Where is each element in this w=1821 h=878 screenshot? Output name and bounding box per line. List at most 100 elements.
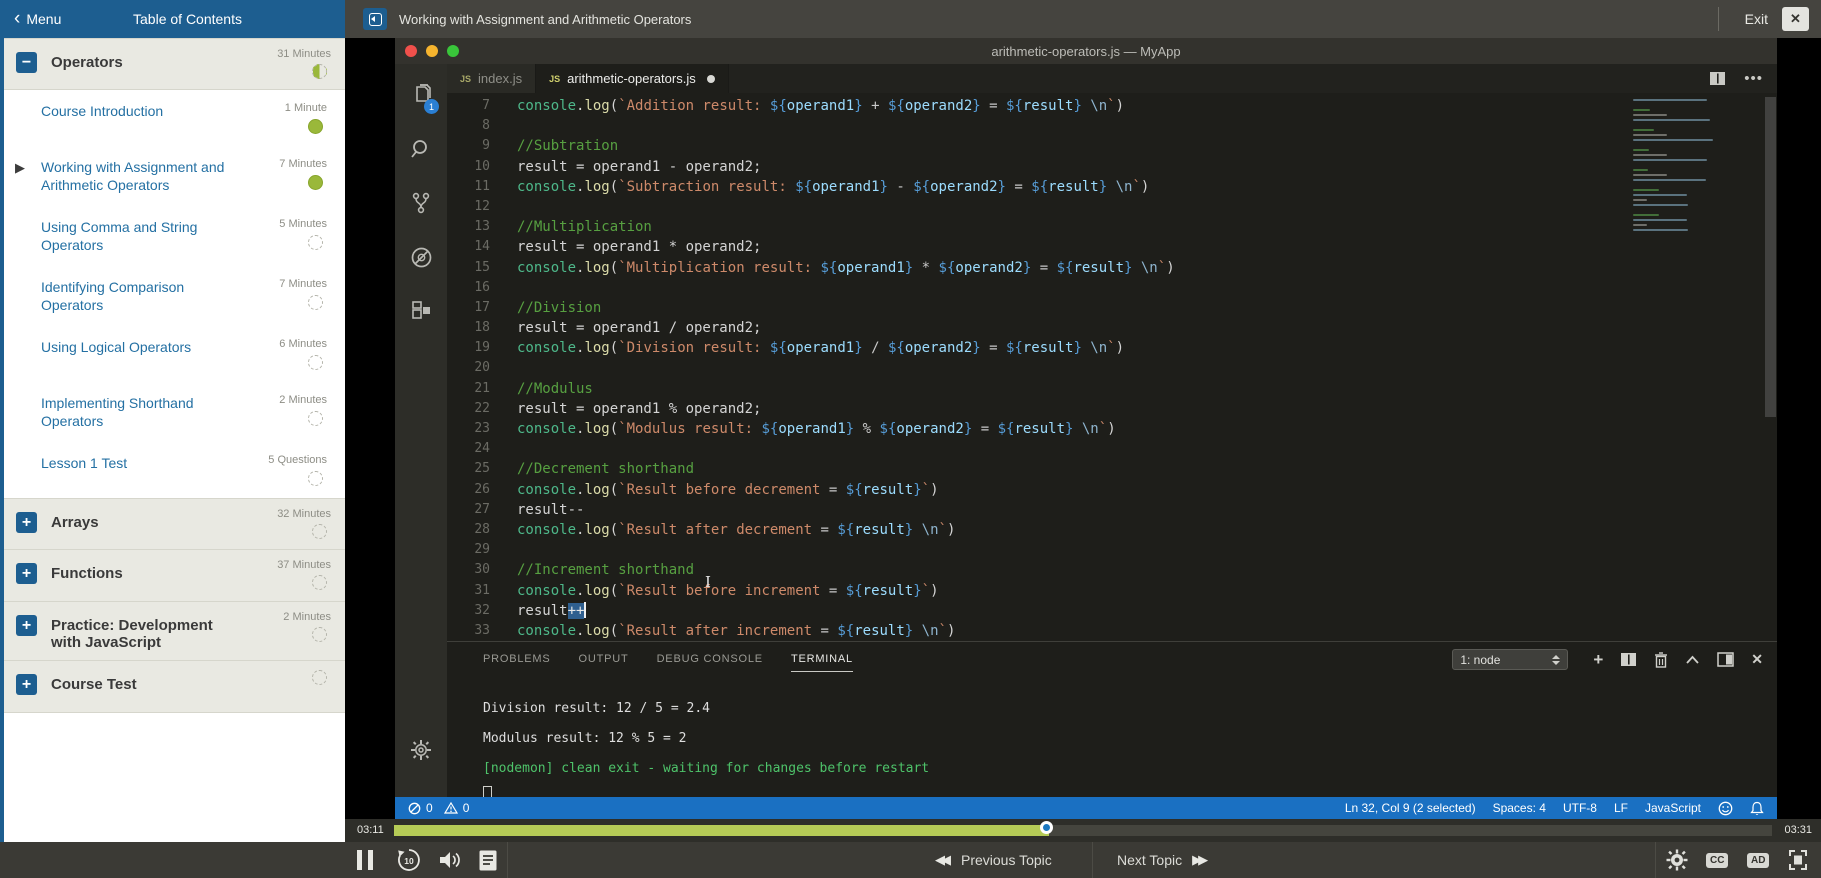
collapse-section-icon[interactable]: − [16,52,37,73]
settings-button[interactable] [1666,842,1688,878]
toc-section-practice-development-with-javascript[interactable]: + Practice: Development with JavaScript 2 … [4,602,345,661]
more-actions-icon[interactable]: ••• [1744,70,1763,87]
audio-description-button[interactable]: AD [1747,842,1770,878]
errors-icon[interactable] [408,802,421,815]
progress-empty-icon [312,575,327,590]
kill-terminal-trash-icon[interactable] [1654,651,1668,668]
line-content: console.log(`Result before decrement = $… [517,481,939,498]
previous-topic-button[interactable]: ◀◀ Previous Topic [935,842,1052,878]
editor-tabstrip: JS index.js JS arithmetic-operators.js ••• [447,64,1777,93]
maximize-panel-chevron-icon[interactable] [1685,655,1700,665]
fullscreen-button[interactable] [1787,842,1809,878]
line-content: console.log(`Division result: ${operand1… [517,340,1125,357]
extensions-icon[interactable] [395,284,447,338]
explorer-icon[interactable]: 1 [395,68,447,122]
elapsed-time: 03:11 [357,824,384,836]
status-ln-32-col-9-2-selected[interactable]: Ln 32, Col 9 (2 selected) [1345,801,1476,815]
status-lf[interactable]: LF [1614,801,1628,815]
toggle-panel-layout-icon[interactable] [1717,652,1735,667]
expand-section-icon[interactable]: + [16,512,37,533]
next-icon: ▶▶ [1192,852,1208,867]
code-line: 26 console.log(`Result before decrement =… [447,480,1777,500]
select-updown-icon [1552,654,1561,665]
collapse-sidebar-button[interactable] [363,8,387,30]
toc-item-using-comma-and-string-operators[interactable]: Using Comma and String Operators 5 Minute… [4,206,345,266]
notifications-bell-icon[interactable] [1750,801,1764,816]
volume-button[interactable] [437,842,463,878]
toc-item-implementing-shorthand-operators[interactable]: Implementing Shorthand Operators 2 Minute… [4,382,345,442]
terminal-output[interactable]: Division result: 12 / 5 = 2.4 Modulus res… [483,694,1757,801]
terminal-shell-select[interactable]: 1: node [1452,649,1569,670]
previous-icon: ◀◀ [935,852,951,867]
line-content: //Multiplication [517,219,652,236]
status-spaces[interactable]: Spaces: 4 [1493,801,1546,815]
closed-captions-button[interactable]: CC [1706,842,1729,878]
line-content: result = operand1 - operand2; [517,158,762,175]
toc-title: Table of Contents [133,11,242,27]
section-duration: 2 Minutes [283,611,331,623]
line-number: 30 [474,562,490,578]
feedback-smiley-icon[interactable] [1718,801,1733,816]
expand-section-icon[interactable]: + [16,615,37,636]
panel-tab-debug-console[interactable]: DEBUG CONSOLE [657,653,763,672]
expand-section-icon[interactable]: + [16,563,37,584]
line-content: result = operand1 * operand2; [517,239,762,256]
status-javascript[interactable]: JavaScript [1645,801,1701,815]
expand-section-icon[interactable]: + [16,674,37,695]
menu-button[interactable]: ‹ Menu [14,9,61,28]
seek-handle[interactable] [1039,821,1053,834]
status-utf-8[interactable]: UTF-8 [1563,801,1597,815]
header-divider [1717,7,1719,31]
line-content: console.log(`Result after decrement = ${… [517,521,956,538]
section-items: Course Introduction 1 Minute ▶ Working with… [4,90,345,498]
toc-item-using-logical-operators[interactable]: Using Logical Operators 6 Minutes [4,326,345,382]
status-empty-icon [308,411,323,426]
exit-label[interactable]: Exit [1745,11,1768,27]
progress-empty-icon [312,524,327,539]
close-panel-icon[interactable]: ✕ [1751,651,1763,668]
panel-tab-output[interactable]: OUTPUT [579,653,629,672]
toc-section-operators[interactable]: − Operators 31 Minutes [4,38,345,90]
minimap[interactable] [1633,99,1719,234]
source-control-icon[interactable] [395,176,447,230]
code-line: 20 [447,358,1777,378]
toc-item-working-with-assignment-and-arithmetic-operators[interactable]: ▶ Working with Assignment and Arithmetic … [4,146,345,206]
window-title: arithmetic-operators.js — MyApp [991,43,1181,59]
editor-scrollbar[interactable] [1765,97,1776,417]
split-terminal-icon[interactable] [1620,652,1637,667]
split-editor-icon[interactable] [1709,71,1726,86]
transcript-button[interactable] [478,842,498,878]
item-label: Implementing Shorthand Operators [41,395,194,429]
line-number: 17 [474,299,490,315]
course-player-app: ‹ Menu Table of Contents Working with As… [0,0,1821,878]
code-editor[interactable]: 7 console.log(`Addition result: ${operand… [447,93,1777,641]
toc-section-arrays[interactable]: + Arrays 32 Minutes [4,498,345,550]
line-number: 29 [474,542,490,558]
panel-tab-terminal[interactable]: TERMINAL [790,653,853,672]
toc-item-course-introduction[interactable]: Course Introduction 1 Minute [4,90,345,146]
toc-section-functions[interactable]: + Functions 37 Minutes [4,550,345,602]
exit-close-button[interactable]: ✕ [1782,7,1809,31]
vscode-window: arithmetic-operators.js — MyApp 1 JS ind… [395,38,1777,819]
controls-divider [507,842,508,878]
code-line: 13 //Multiplication [447,217,1777,237]
rewind-10-button[interactable]: 10 [396,842,422,878]
search-icon[interactable] [395,122,447,176]
tab-arithmetic-operators-js[interactable]: JS arithmetic-operators.js [536,64,729,93]
toc-item-identifying-comparison-operators[interactable]: Identifying Comparison Operators 7 Minute… [4,266,345,326]
seek-bar[interactable] [394,821,1772,836]
pause-button[interactable] [357,842,373,878]
line-content: console.log(`Addition result: ${operand1… [517,98,1125,114]
toc-item-lesson-1-test[interactable]: Lesson 1 Test 5 Questions [4,442,345,498]
panel-tab-problems[interactable]: PROBLEMS [483,653,551,672]
tab-index-js[interactable]: JS index.js [447,64,537,93]
manage-gear-icon[interactable] [395,739,447,761]
new-terminal-icon[interactable]: + [1593,650,1603,670]
debug-icon[interactable] [395,230,447,284]
dirty-dot-icon [706,74,715,83]
next-topic-button[interactable]: Next Topic ▶▶ [1117,842,1208,878]
video-player-area[interactable]: arithmetic-operators.js — MyApp 1 JS ind… [345,38,1821,819]
section-meta: 32 Minutes [245,508,331,539]
toc-section-course-test[interactable]: + Course Test [4,661,345,713]
warnings-icon[interactable] [443,802,458,814]
